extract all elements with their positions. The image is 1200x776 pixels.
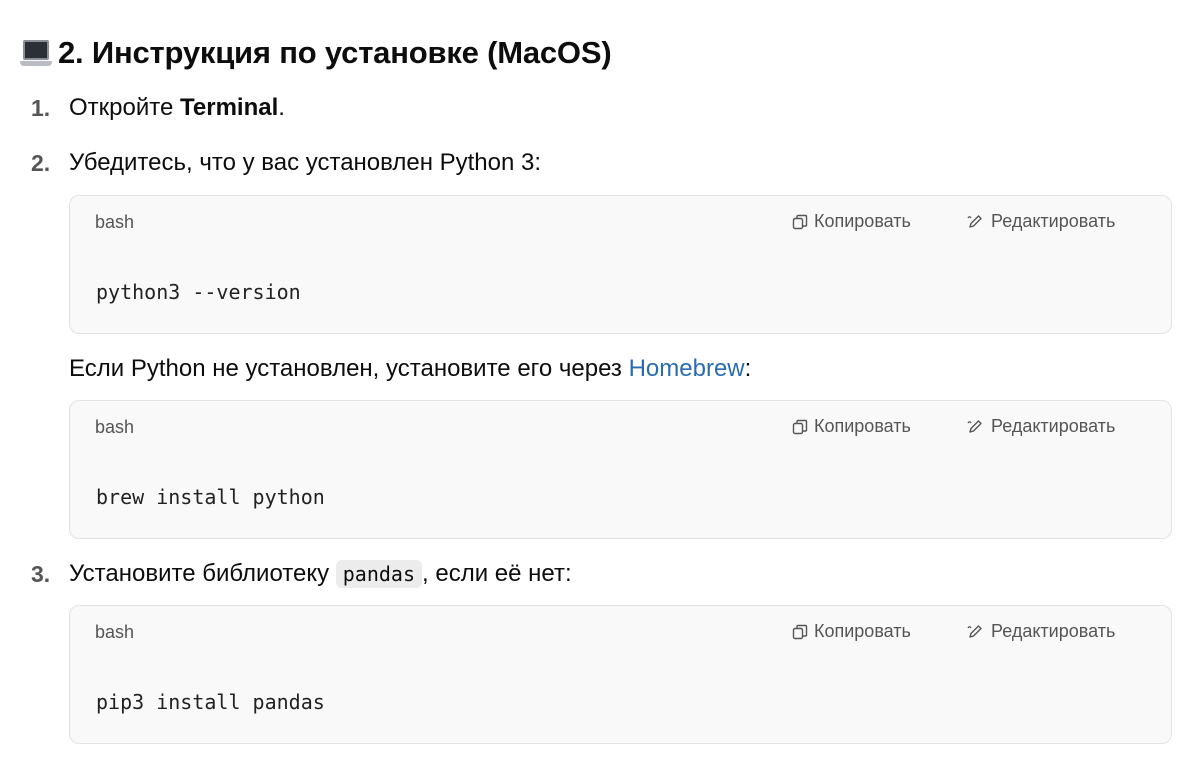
pencil-icon: [967, 624, 982, 638]
step-3-suffix: , если её нет:: [422, 560, 572, 587]
step-1-suffix: .: [278, 94, 285, 121]
copy-button[interactable]: Копировать: [792, 621, 911, 642]
step-3-text: Установите библиотеку pandas, если её не…: [69, 560, 572, 588]
edit-label: Редактировать: [991, 416, 1116, 436]
edit-button[interactable]: Редактировать: [967, 621, 1115, 642]
copy-icon: [792, 624, 808, 639]
heading-title: Инструкция по установке (MacOS): [91, 35, 612, 70]
step-number: 2.: [31, 150, 51, 176]
homebrew-link[interactable]: Homebrew: [629, 355, 745, 382]
copy-button[interactable]: Копировать: [792, 211, 911, 232]
step-3-prefix: Установите библиотеку: [69, 560, 336, 587]
edit-label: Редактировать: [991, 211, 1116, 231]
copy-label: Копировать: [814, 416, 911, 436]
step-1-bold: Terminal: [180, 94, 279, 121]
edit-button[interactable]: Редактировать: [967, 416, 1115, 437]
step-1-text: Откройте Terminal.: [69, 94, 285, 122]
edit-label: Редактировать: [991, 621, 1116, 641]
code-language: bash: [95, 212, 135, 232]
copy-label: Копировать: [814, 211, 911, 231]
step-2-note: Если Python не установлен, установите ег…: [69, 355, 751, 383]
heading-number: 2.: [58, 35, 84, 70]
code-command[interactable]: pip3 install pandas: [96, 690, 325, 714]
copy-icon: [792, 214, 808, 229]
code-block: bash Копировать Редактировать pip3 insta…: [69, 605, 1172, 744]
edit-button[interactable]: Редактировать: [967, 211, 1115, 232]
section-heading: 2. Инструкция по установке (MacOS): [20, 33, 612, 73]
step-number: 3.: [31, 561, 51, 587]
copy-icon: [792, 419, 808, 434]
copy-label: Копировать: [814, 621, 911, 641]
pencil-icon: [967, 214, 982, 228]
note-suffix: :: [744, 355, 752, 382]
code-language: bash: [95, 622, 135, 642]
code-language: bash: [95, 417, 135, 437]
code-command[interactable]: python3 --version: [96, 280, 301, 304]
code-command[interactable]: brew install python: [96, 485, 325, 509]
code-block: bash Копировать Редактировать python3 --…: [69, 195, 1172, 334]
pencil-icon: [967, 419, 982, 433]
laptop-icon: [20, 39, 52, 67]
step-2-text: Убедитесь, что у вас установлен Python 3…: [69, 149, 542, 176]
step-number: 1.: [31, 95, 51, 121]
step-1-prefix: Откройте: [69, 94, 180, 121]
copy-button[interactable]: Копировать: [792, 416, 911, 437]
note-prefix: Если Python не установлен, установите ег…: [69, 355, 629, 382]
inline-code-pandas: pandas: [335, 560, 423, 588]
code-block: bash Копировать Редактировать brew insta…: [69, 400, 1172, 539]
